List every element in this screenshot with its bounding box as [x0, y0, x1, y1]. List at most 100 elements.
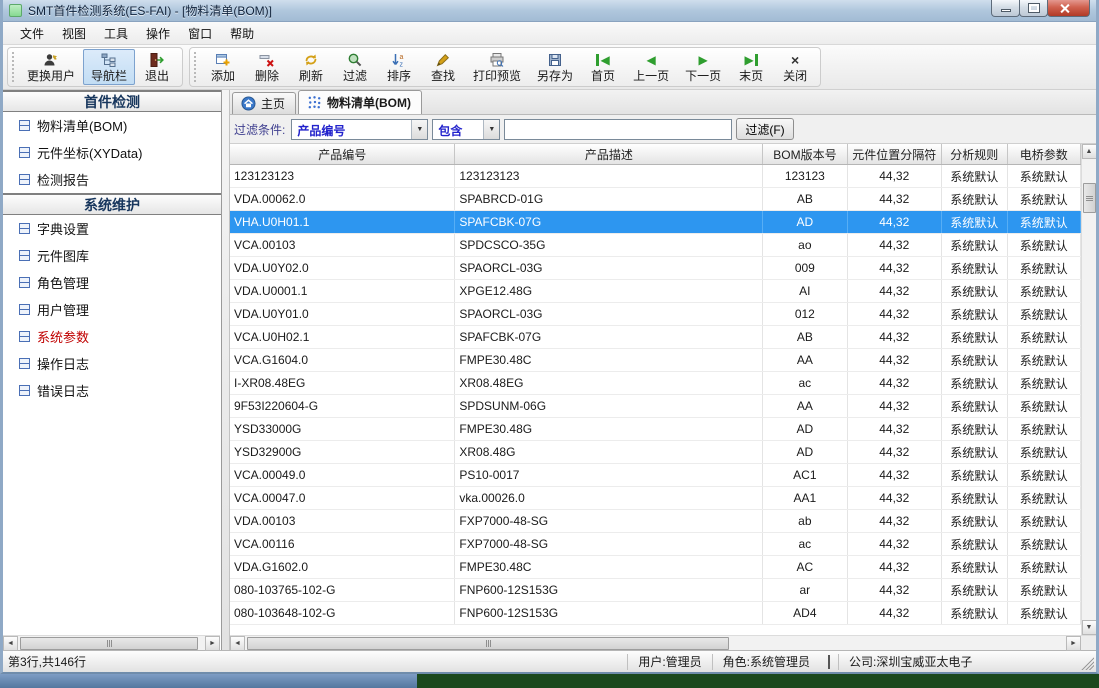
table-row[interactable]: VCA.00116FXP7000-48-SGac44,32系统默认系统默认	[230, 533, 1081, 556]
scrollbar-thumb[interactable]	[1083, 183, 1096, 213]
close-tab-button[interactable]: × 关闭	[773, 49, 817, 85]
table-row[interactable]: VDA.00103FXP7000-48-SGab44,32系统默认系统默认	[230, 510, 1081, 533]
add-button[interactable]: 添加	[201, 49, 245, 85]
sidebar-item-user-management[interactable]: 用户管理	[3, 296, 221, 323]
find-button[interactable]: 查找	[421, 49, 465, 85]
save-as-button[interactable]: 另存为	[529, 49, 581, 85]
tab-home[interactable]: 主页	[232, 92, 296, 114]
column-header-product-description[interactable]: 产品描述	[455, 144, 763, 164]
sidebar-item-role-management[interactable]: 角色管理	[3, 269, 221, 296]
table-row[interactable]: YSD33000GFMPE30.48GAD44,32系统默认系统默认	[230, 418, 1081, 441]
menu-view[interactable]: 视图	[53, 22, 95, 45]
refresh-button[interactable]: 刷新	[289, 49, 333, 85]
sidebar-item-xydata[interactable]: 元件坐标(XYData)	[3, 139, 221, 166]
sidebar-item-system-parameters[interactable]: 系统参数	[3, 323, 221, 350]
sidebar-item-bom[interactable]: 物料清单(BOM)	[3, 112, 221, 139]
table-row[interactable]: VDA.G1602.0FMPE30.48CAC44,32系统默认系统默认	[230, 556, 1081, 579]
menu-operate[interactable]: 操作	[137, 22, 179, 45]
table-row[interactable]: VCA.U0H02.1SPAFCBK-07GAB44,32系统默认系统默认	[230, 326, 1081, 349]
print-preview-button[interactable]: 打印预览	[465, 49, 529, 85]
resize-grip[interactable]	[1078, 654, 1094, 670]
table-row[interactable]: VCA.00103SPDCSCO-35Gao44,32系统默认系统默认	[230, 234, 1081, 257]
status-company: 公司:深圳宝威亚太电子	[838, 654, 1078, 670]
filter-button[interactable]: 过滤	[333, 49, 377, 85]
scrollbar-thumb[interactable]	[247, 637, 729, 650]
menu-tools[interactable]: 工具	[95, 22, 137, 45]
chevron-down-icon[interactable]: ▼	[411, 120, 427, 139]
navbar-toggle-button[interactable]: 导航栏	[83, 49, 135, 85]
last-page-button[interactable]: ▶ 末页	[729, 49, 773, 85]
menu-window[interactable]: 窗口	[179, 22, 221, 45]
table-row[interactable]: VHA.U0H01.1SPAFCBK-07GAD44,32系统默认系统默认	[230, 211, 1081, 234]
sidebar-item-component-library[interactable]: 元件图库	[3, 242, 221, 269]
sidebar-item-dictionary[interactable]: 字典设置	[3, 215, 221, 242]
table-row[interactable]: 080-103648-102-GFNP600-12S153GAD444,32系统…	[230, 602, 1081, 625]
refresh-icon	[303, 51, 319, 69]
table-row[interactable]: VCA.G1604.0FMPE30.48CAA44,32系统默认系统默认	[230, 349, 1081, 372]
table-cell: 系统默认	[1008, 533, 1082, 555]
column-header-separator[interactable]: 元件位置分隔符	[848, 144, 942, 164]
table-row[interactable]: VDA.U0Y02.0SPAORCL-03G00944,32系统默认系统默认	[230, 257, 1081, 280]
table-cell: 系统默认	[942, 280, 1008, 302]
column-header-bridge-params[interactable]: 电桥参数	[1008, 144, 1081, 164]
scroll-down-arrow[interactable]: ▼	[1082, 620, 1097, 635]
table-row[interactable]: I-XR08.48EGXR08.48EGac44,32系统默认系统默认	[230, 372, 1081, 395]
menu-help[interactable]: 帮助	[221, 22, 263, 45]
column-header-product-number[interactable]: 产品编号	[230, 144, 455, 164]
sidebar-splitter[interactable]	[222, 90, 230, 650]
scroll-up-arrow[interactable]: ▲	[1082, 144, 1097, 159]
sidebar-horizontal-scrollbar[interactable]: ◄ ►	[3, 635, 220, 650]
delete-button[interactable]: 删除	[245, 49, 289, 85]
sidebar-item-operation-log[interactable]: 操作日志	[3, 350, 221, 377]
table-cell: VCA.00103	[230, 234, 455, 256]
filter-field-select[interactable]: 产品编号 ▼	[291, 119, 428, 140]
scrollbar-thumb[interactable]	[20, 637, 198, 650]
toolbar-gripper[interactable]	[194, 52, 198, 82]
column-header-bom-version[interactable]: BOM版本号	[763, 144, 847, 164]
save-as-icon	[547, 51, 563, 69]
scroll-left-arrow[interactable]: ◄	[3, 636, 18, 651]
scroll-right-arrow[interactable]: ►	[205, 636, 220, 651]
sidebar-item-report[interactable]: 检测报告	[3, 166, 221, 193]
close-window-button[interactable]	[1047, 0, 1090, 17]
table-row[interactable]: VDA.U0001.1XPGE12.48GAI44,32系统默认系统默认	[230, 280, 1081, 303]
home-icon	[241, 96, 256, 111]
table-row[interactable]: VDA.00062.0SPABRCD-01GAB44,32系统默认系统默认	[230, 188, 1081, 211]
scroll-right-arrow[interactable]: ►	[1066, 636, 1081, 651]
filter-operator-select[interactable]: 包含 ▼	[432, 119, 500, 140]
scroll-left-arrow[interactable]: ◄	[230, 636, 245, 651]
sidebar-item-error-log[interactable]: 错误日志	[3, 377, 221, 404]
add-icon	[215, 51, 231, 69]
exit-button[interactable]: 退出	[135, 49, 179, 85]
table-row[interactable]: 080-103765-102-GFNP600-12S153Gar44,32系统默…	[230, 579, 1081, 602]
next-page-button[interactable]: ▶ 下一页	[677, 49, 729, 85]
table-row[interactable]: 9F53I220604-GSPDSUNM-06GAA44,32系统默认系统默认	[230, 395, 1081, 418]
table-row[interactable]: VCA.00049.0PS10-0017AC144,32系统默认系统默认	[230, 464, 1081, 487]
chevron-down-icon[interactable]: ▼	[483, 120, 499, 139]
prev-page-button[interactable]: ◀ 上一页	[625, 49, 677, 85]
restore-button[interactable]	[1019, 0, 1048, 17]
table-cell: vka.00026.0	[455, 487, 763, 509]
table-row[interactable]: VCA.00047.0vka.00026.0AA144,32系统默认系统默认	[230, 487, 1081, 510]
table-vertical-scrollbar[interactable]: ▲ ▼	[1081, 144, 1096, 635]
main-panel: 主页 物料清单(BOM) 过滤条件: 产品编号 ▼	[230, 90, 1096, 650]
table-row[interactable]: YSD32900GXR08.48GAD44,32系统默认系统默认	[230, 441, 1081, 464]
table-row[interactable]: 12312312312312312312312344,32系统默认系统默认	[230, 165, 1081, 188]
apply-filter-button[interactable]: 过滤(F)	[736, 118, 793, 140]
sort-button[interactable]: az 排序	[377, 49, 421, 85]
table-horizontal-scrollbar[interactable]: ◄ ►	[230, 635, 1081, 650]
minimize-button[interactable]	[991, 0, 1020, 17]
table-cell: 系统默认	[1008, 602, 1082, 624]
first-page-button[interactable]: ◀ 首页	[581, 49, 625, 85]
column-header-analysis-rule[interactable]: 分析规则	[942, 144, 1008, 164]
table-cell: 系统默认	[1008, 280, 1082, 302]
doc-icon	[19, 277, 30, 288]
menu-file[interactable]: 文件	[11, 22, 53, 45]
filter-value-input[interactable]	[504, 119, 732, 140]
table-cell: 系统默认	[942, 579, 1008, 601]
switch-user-button[interactable]: 更换用户	[19, 49, 83, 85]
tab-bom[interactable]: 物料清单(BOM)	[298, 90, 422, 114]
table-row[interactable]: VDA.U0Y01.0SPAORCL-03G01244,32系统默认系统默认	[230, 303, 1081, 326]
table-cell: 9F53I220604-G	[230, 395, 455, 417]
toolbar-gripper[interactable]	[12, 52, 16, 82]
